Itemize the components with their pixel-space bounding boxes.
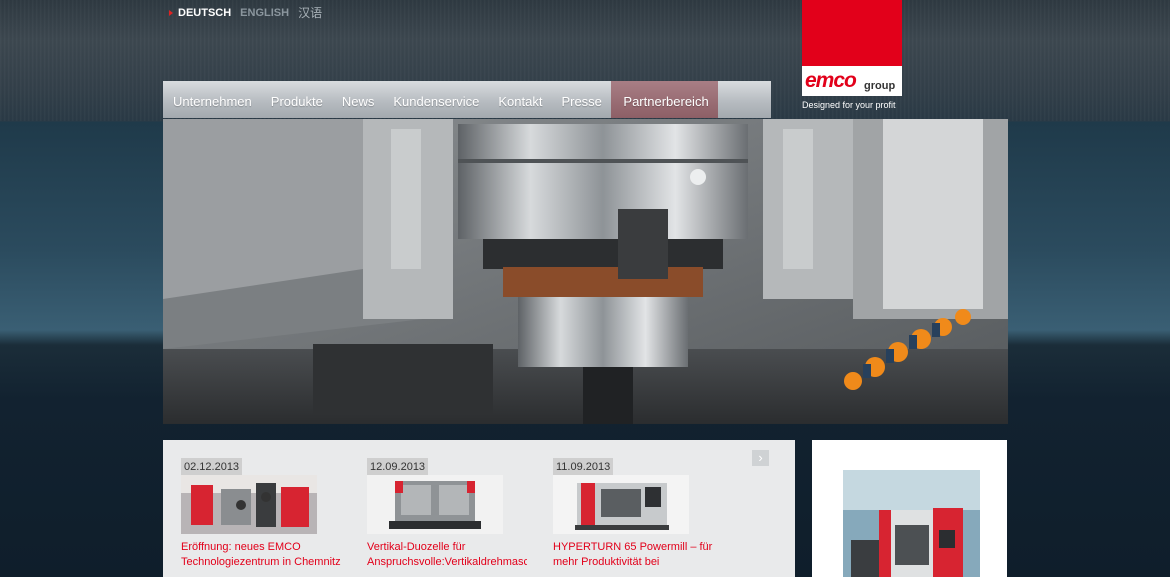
nav-item-unternehmen[interactable]: Unternehmen <box>163 81 261 118</box>
nav-item-presse[interactable]: Presse <box>552 81 611 118</box>
logo-wordmark: emco <box>805 69 857 92</box>
news-item[interactable]: 12.09.2013 Vertikal-Duozelle für Anspruc… <box>367 457 527 569</box>
featured-product-image[interactable] <box>843 470 980 577</box>
news-date: 02.12.2013 <box>181 458 243 475</box>
active-language-arrow-icon <box>169 9 173 16</box>
news-title-line2[interactable]: Technologiezentrum in Chemnitz <box>181 555 341 569</box>
language-english[interactable]: ENGLISH <box>240 7 289 19</box>
nav-item-kontakt[interactable]: Kontakt <box>489 81 552 118</box>
news-title-line2[interactable]: Anspruchsvolle:Vertikaldrehmasc <box>367 555 527 569</box>
news-title-line1[interactable]: Eröffnung: neues EMCO <box>181 540 341 554</box>
machine-chuck-illustration <box>163 119 1008 424</box>
news-item[interactable]: 02.12.2013 Eröffnung: neues EMCO Technol… <box>181 457 341 569</box>
logo-group-label: group <box>864 80 896 92</box>
news-title-line1[interactable]: HYPERTURN 65 Powermill – für <box>553 540 713 554</box>
news-title-line1[interactable]: Vertikal-Duozelle für <box>367 540 527 554</box>
language-deutsch[interactable]: DEUTSCH <box>178 7 231 19</box>
news-item[interactable]: 11.09.2013 HYPERTURN 65 Powermill – für … <box>553 457 713 569</box>
news-title-line2[interactable]: mehr Produktivität bei <box>553 555 713 569</box>
news-thumbnail <box>553 475 689 534</box>
nav-item-news[interactable]: News <box>332 81 384 118</box>
nav-item-partnerbereich[interactable]: Partnerbereich <box>611 81 718 118</box>
news-thumbnail <box>367 475 503 534</box>
language-chinese[interactable]: 汉语 <box>298 4 322 21</box>
language-bar: DEUTSCH ENGLISH 汉语 <box>169 4 322 21</box>
news-thumbnail <box>181 475 317 534</box>
nav-item-kundenservice[interactable]: Kundenservice <box>384 81 489 118</box>
news-date: 11.09.2013 <box>553 458 614 475</box>
nav-item-produkte[interactable]: Produkte <box>261 81 332 118</box>
brand-tagline: Designed for your profit <box>802 100 896 110</box>
main-navigation: Unternehmen Produkte News Kundenservice … <box>163 81 771 118</box>
news-next-button[interactable]: › <box>752 450 769 466</box>
chevron-right-icon: › <box>758 450 763 465</box>
news-date: 12.09.2013 <box>367 458 429 475</box>
hero-image <box>163 119 1008 424</box>
featured-product-panel <box>812 440 1007 577</box>
news-panel: › 02.12.2013 Eröffnung: neues EMCO Techn… <box>163 440 795 577</box>
